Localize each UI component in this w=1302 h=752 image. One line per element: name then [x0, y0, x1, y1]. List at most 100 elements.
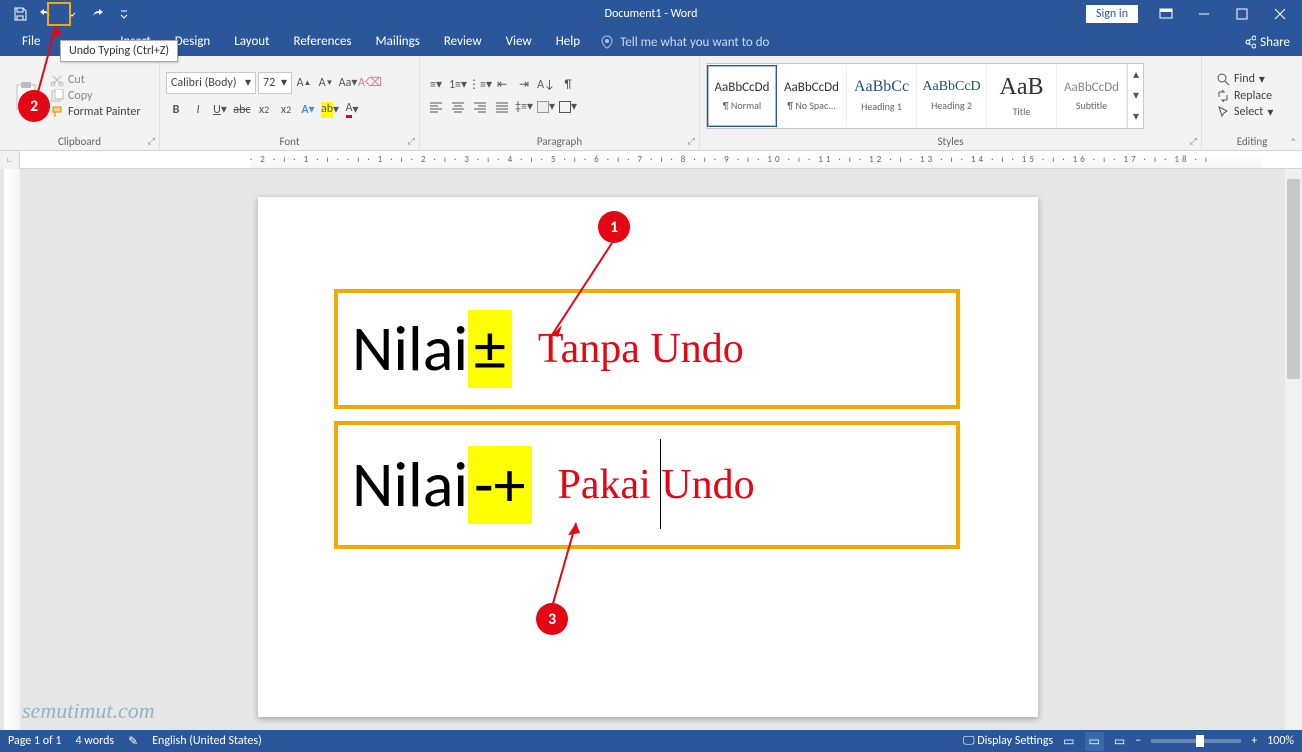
show-marks-icon[interactable]: ¶ [558, 75, 578, 95]
zoom-slider[interactable] [1151, 739, 1241, 743]
zoom-level[interactable]: 100% [1267, 734, 1294, 748]
clipboard-dialog-launcher-icon[interactable]: ⤢ [148, 136, 155, 147]
change-case-icon[interactable]: Aa▾ [338, 73, 358, 93]
view-web-icon[interactable]: ▭ [1114, 734, 1125, 749]
multilevel-icon[interactable]: ⋮≡▾ [470, 75, 490, 95]
share-label: Share [1260, 35, 1290, 50]
style-heading2[interactable]: AaBbCcDHeading 2 [917, 65, 987, 127]
minimize-icon[interactable] [1186, 0, 1222, 28]
horizontal-ruler[interactable]: ∟ · 2 · ı · 1 · ı · · ı · 1 · ı · 2 · ı … [0, 151, 1302, 169]
highlight-icon[interactable]: ab▾ [320, 100, 340, 120]
align-center-icon[interactable] [448, 97, 468, 117]
share-button[interactable]: Share [1242, 35, 1290, 50]
tab-layout[interactable]: Layout [222, 28, 281, 56]
italic-icon[interactable]: I [188, 100, 208, 120]
style-heading1[interactable]: AaBbCcHeading 1 [847, 65, 917, 127]
view-read-icon[interactable]: ▭ [1063, 734, 1074, 749]
vertical-ruler[interactable] [4, 169, 20, 730]
text-effects-icon[interactable]: A▾ [298, 100, 318, 120]
close-icon[interactable] [1262, 0, 1298, 28]
style-normal[interactable]: AaBbCcDd¶ Normal [707, 65, 777, 127]
ribbon-display-icon[interactable] [1148, 0, 1184, 28]
paragraph-dialog-launcher-icon[interactable]: ⤢ [688, 136, 695, 147]
shrink-font-icon[interactable]: A▼ [316, 73, 336, 93]
paragraph-group-label: Paragraph [537, 135, 582, 148]
maximize-icon[interactable] [1224, 0, 1260, 28]
line1-symbol: ± [468, 310, 512, 388]
styles-gallery[interactable]: AaBbCcDd¶ Normal AaBbCcDd¶ No Spac... Aa… [706, 63, 1144, 129]
editing-group-label: Editing [1237, 135, 1268, 148]
styles-more-icon[interactable]: ▾ [1128, 106, 1144, 127]
numbering-icon[interactable]: 1≡▾ [448, 75, 468, 95]
save-icon[interactable] [8, 2, 32, 26]
page[interactable]: Nilai ± Tanpa Undo Nilai -+ Pakai Undo 1… [258, 197, 1038, 717]
collapse-ribbon-icon[interactable]: ˄ [1291, 135, 1296, 148]
justify-icon[interactable] [492, 97, 512, 117]
underline-icon[interactable]: U▾ [210, 100, 230, 120]
font-color-icon[interactable]: A▾ [342, 100, 362, 120]
ribbon-tabs: File Home Insert Design Layout Reference… [0, 28, 1302, 56]
sort-icon[interactable]: A↓ [536, 75, 556, 95]
tab-review[interactable]: Review [432, 28, 494, 56]
text-box-1[interactable]: Nilai ± Tanpa Undo [334, 289, 960, 409]
zoom-out-icon[interactable]: − [1135, 734, 1141, 748]
tell-me-search[interactable]: Tell me what you want to do [600, 35, 769, 50]
align-right-icon[interactable] [470, 97, 490, 117]
styles-scroll-down-icon[interactable]: ▾ [1128, 85, 1144, 106]
annotation-badge-2: 2 [18, 90, 50, 122]
scrollbar-thumb[interactable] [1287, 179, 1300, 379]
superscript-icon[interactable]: x2 [276, 100, 296, 120]
annotation-badge-3: 3 [536, 603, 568, 635]
zoom-in-icon[interactable]: + [1251, 734, 1257, 748]
tab-mailings[interactable]: Mailings [364, 28, 432, 56]
clear-formatting-icon[interactable]: A⌫ [360, 73, 380, 93]
replace-button[interactable]: Replace [1216, 89, 1273, 103]
display-settings-button[interactable]: 🖵 Display Settings [963, 734, 1053, 748]
redo-icon[interactable] [86, 2, 110, 26]
bullets-icon[interactable]: ≡▾ [426, 75, 446, 95]
font-name-select[interactable]: Calibri (Body)▾ [166, 72, 256, 94]
font-dialog-launcher-icon[interactable]: ⤢ [408, 136, 415, 147]
tab-help[interactable]: Help [544, 28, 592, 56]
status-language[interactable]: English (United States) [152, 734, 262, 748]
decrease-indent-icon[interactable]: ⇤ [492, 75, 512, 95]
select-button[interactable]: Select ▾ [1216, 105, 1273, 120]
borders-icon[interactable]: ▾ [558, 97, 578, 117]
grow-font-icon[interactable]: A▲ [294, 73, 314, 93]
qat-customize-icon[interactable] [112, 2, 136, 26]
format-painter-button[interactable]: Format Painter [50, 105, 141, 119]
view-print-icon[interactable]: ▭ [1085, 732, 1104, 751]
document-area[interactable]: Nilai ± Tanpa Undo Nilai -+ Pakai Undo 1… [0, 169, 1302, 730]
sign-in-button[interactable]: Sign in [1086, 5, 1138, 23]
style-title[interactable]: AaBTitle [987, 65, 1057, 127]
strikethrough-icon[interactable]: abc [232, 100, 252, 120]
status-page[interactable]: Page 1 of 1 [8, 734, 62, 748]
styles-dialog-launcher-icon[interactable]: ⤢ [1190, 136, 1197, 147]
annotation-badge-1: 1 [598, 211, 630, 243]
subscript-icon[interactable]: x2 [254, 100, 274, 120]
bold-icon[interactable]: B [166, 100, 186, 120]
styles-scroll-up-icon[interactable]: ▴ [1128, 64, 1144, 85]
status-proofing-icon[interactable]: ✎ [128, 734, 138, 749]
window-title: Document1 - Word [605, 7, 698, 21]
line2-label: Pakai Undo [558, 461, 755, 509]
line-spacing-icon[interactable]: ‡≡▾ [514, 97, 534, 117]
find-button[interactable]: Find ▾ [1216, 72, 1273, 87]
vertical-scrollbar[interactable] [1285, 169, 1302, 730]
line2-symbol: -+ [468, 446, 531, 524]
title-bar: Document1 - Word Sign in [0, 0, 1302, 28]
font-group-label: Font [279, 135, 299, 148]
annotation-arrow-1 [538, 237, 628, 347]
status-words[interactable]: 4 words [76, 734, 115, 748]
shading-icon[interactable]: ▾ [536, 97, 556, 117]
tab-view[interactable]: View [494, 28, 544, 56]
tab-references[interactable]: References [282, 28, 364, 56]
tell-me-placeholder: Tell me what you want to do [620, 35, 769, 50]
font-size-select[interactable]: 72▾ [258, 72, 292, 94]
align-left-icon[interactable] [426, 97, 446, 117]
style-no-spacing[interactable]: AaBbCcDd¶ No Spac... [777, 65, 847, 127]
increase-indent-icon[interactable]: ⇥ [514, 75, 534, 95]
style-subtitle[interactable]: AaBbCcDdSubtitle [1057, 65, 1127, 127]
text-box-2[interactable]: Nilai -+ Pakai Undo [334, 421, 960, 549]
annotation-arrow-2 [30, 20, 70, 100]
